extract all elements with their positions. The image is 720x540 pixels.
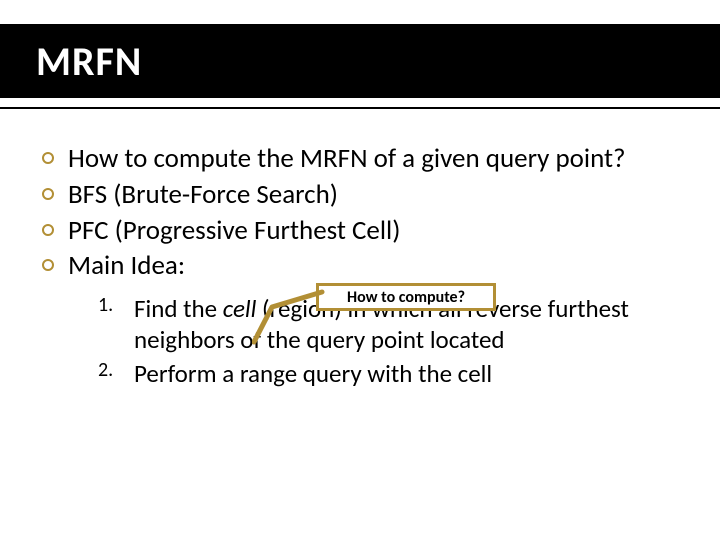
- title-band: MRFN: [0, 24, 720, 98]
- slide-body: How to compute the MRFN of a given query…: [38, 140, 690, 391]
- slide-title: MRFN: [36, 37, 142, 86]
- callout-box: How to compute?: [316, 283, 496, 311]
- callout-pointer-icon: [252, 282, 332, 352]
- bullet-item: How to compute the MRFN of a given query…: [38, 142, 690, 176]
- title-underline: [0, 107, 720, 109]
- slide: MRFN How to compute the MRFN of a given …: [0, 0, 720, 540]
- list-item: Perform a range query with the cell: [98, 358, 690, 389]
- step-text: Find the: [134, 293, 223, 324]
- bullet-item: PFC (Progressive Furthest Cell): [38, 214, 690, 248]
- bullet-item: Main Idea:: [38, 249, 690, 283]
- bullet-item: BFS (Brute-Force Search): [38, 178, 690, 212]
